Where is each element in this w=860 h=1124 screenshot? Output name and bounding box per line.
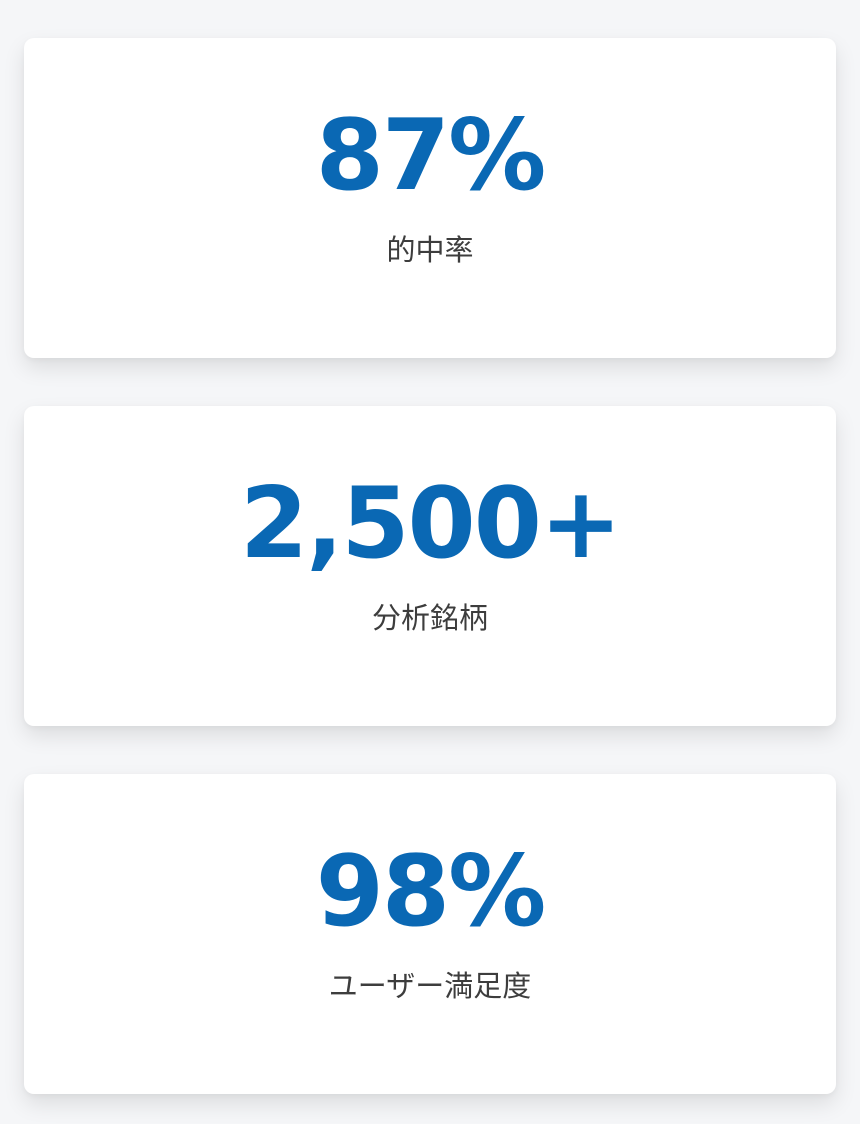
stat-value: 2,500+	[239, 467, 622, 581]
stat-card-user-satisfaction: 98% ユーザー満足度	[24, 774, 836, 1094]
stat-label: 分析銘柄	[371, 601, 488, 635]
stat-card-accuracy: 87% 的中率	[24, 38, 836, 358]
stat-card-analyzed-stocks: 2,500+ 分析銘柄	[24, 406, 836, 726]
stat-label: ユーザー満足度	[328, 969, 532, 1003]
stat-value: 87%	[315, 99, 547, 213]
stat-value: 98%	[315, 835, 547, 949]
stat-label: 的中率	[386, 233, 474, 267]
stats-section: 87% 的中率 2,500+ 分析銘柄 98% ユーザー満足度	[0, 0, 860, 1124]
